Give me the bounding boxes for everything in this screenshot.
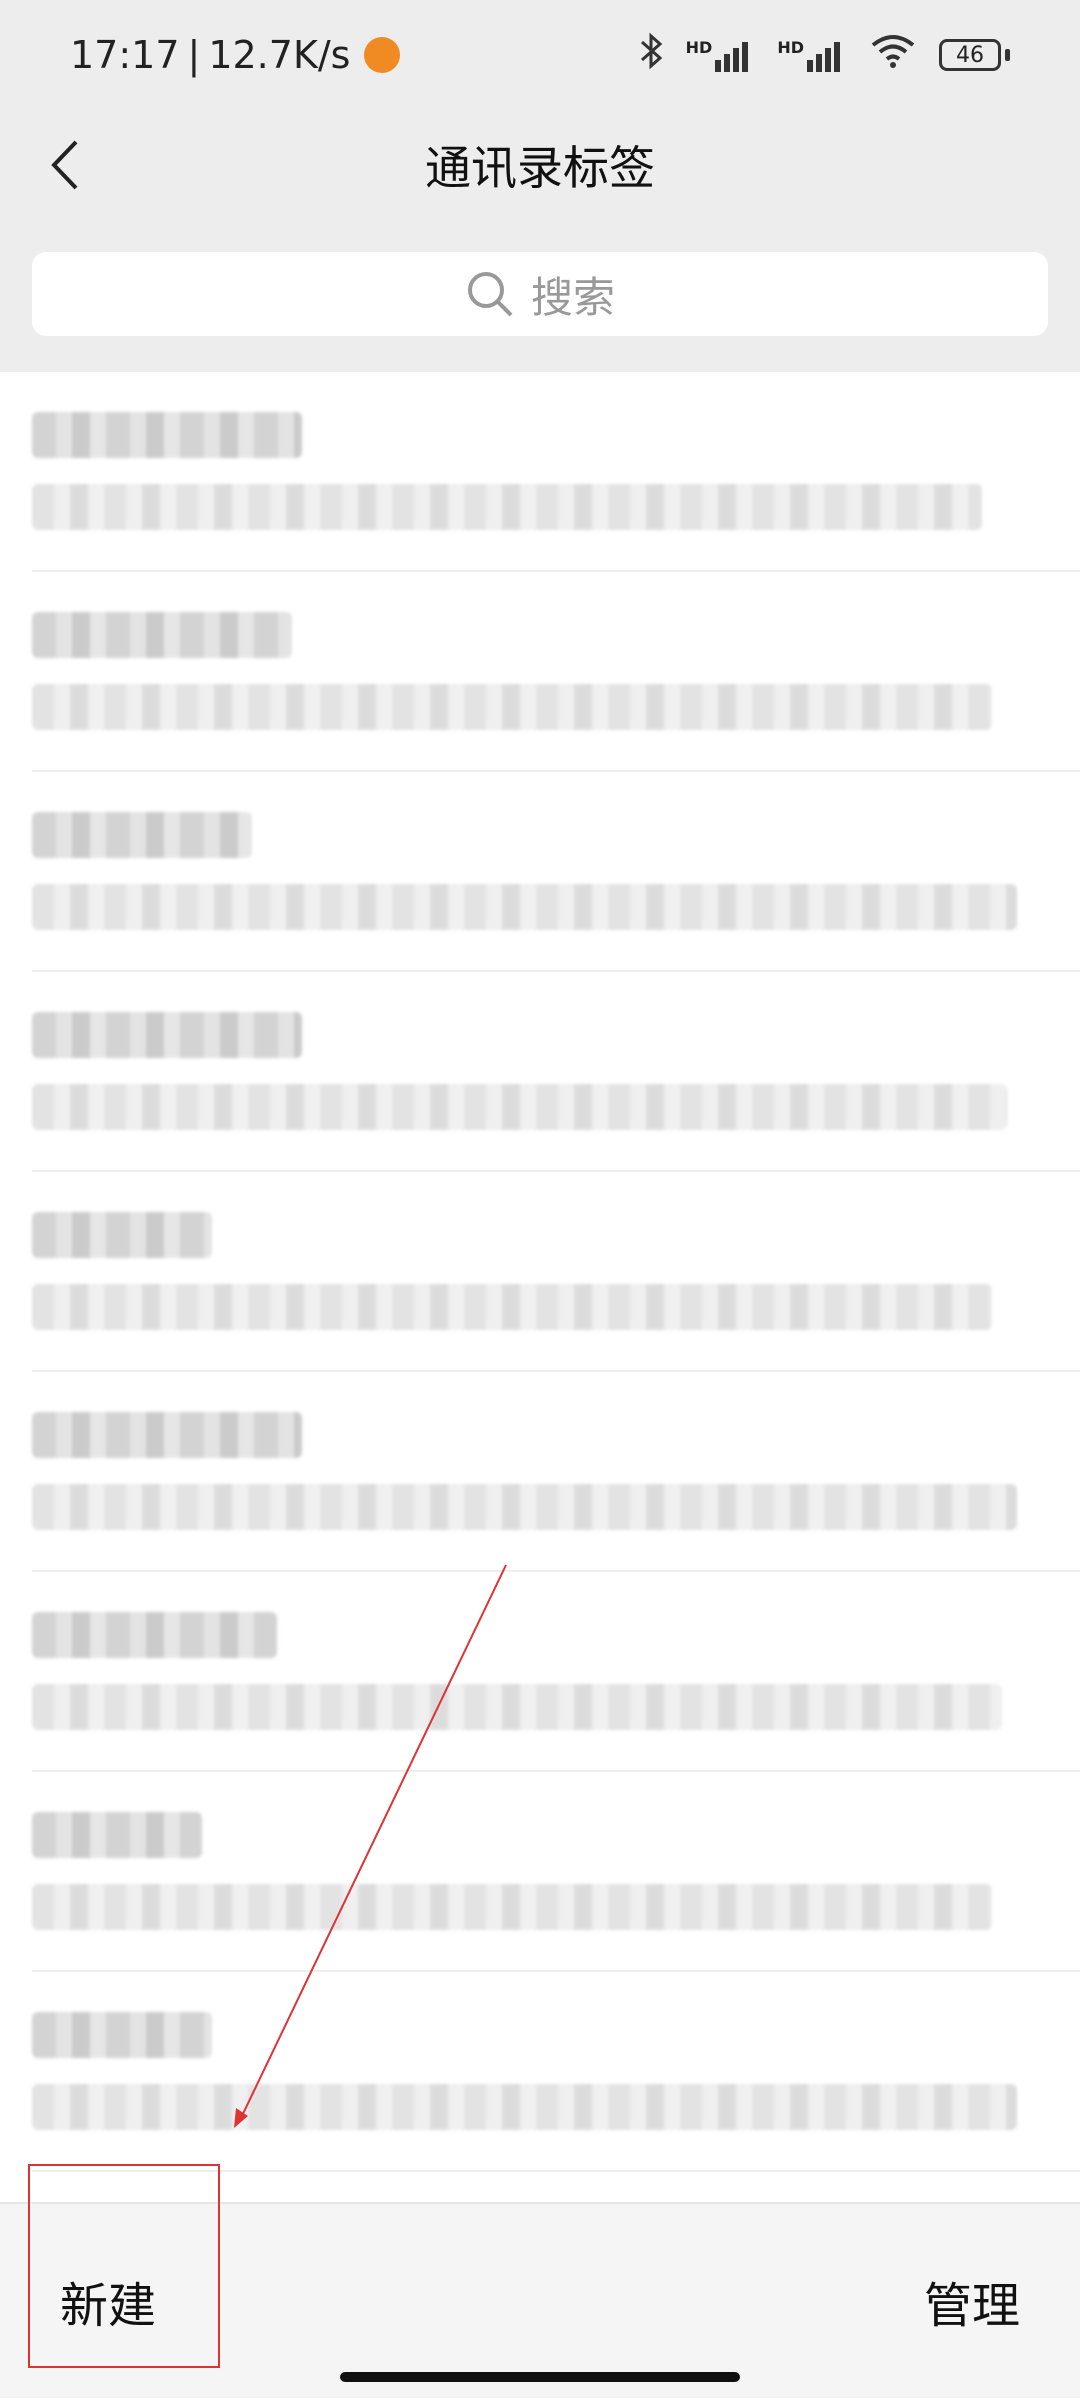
app-notification-icon — [364, 37, 401, 73]
list-item[interactable] — [32, 572, 1080, 772]
tag-title-blurred — [32, 1212, 212, 1258]
tag-title-blurred — [32, 812, 252, 858]
list-item[interactable] — [32, 1972, 1080, 2172]
list-item[interactable] — [32, 972, 1080, 1172]
status-bar: 17:17 | 12.7K/s HD HD 46 — [0, 0, 1080, 110]
navigation-bar: 通讯录标签 — [0, 110, 1080, 220]
tag-title-blurred — [32, 1812, 202, 1858]
tag-subtitle-blurred — [32, 1084, 1007, 1130]
status-right: HD HD 46 — [638, 32, 1010, 79]
tag-subtitle-blurred — [32, 1284, 992, 1330]
tag-title-blurred — [32, 612, 292, 658]
tag-subtitle-blurred — [32, 1884, 992, 1930]
battery-icon: 46 — [939, 39, 1001, 71]
list-item[interactable] — [32, 1572, 1080, 1772]
home-indicator[interactable] — [340, 2372, 740, 2382]
list-item[interactable] — [32, 1772, 1080, 1972]
tag-title-blurred — [32, 1612, 277, 1658]
signal-icon-2: HD — [777, 38, 847, 72]
tag-subtitle-blurred — [32, 684, 992, 730]
chevron-left-icon — [51, 140, 78, 190]
tag-subtitle-blurred — [32, 1484, 1017, 1530]
tag-title-blurred — [32, 1412, 302, 1458]
tag-subtitle-blurred — [32, 2084, 1017, 2130]
tag-title-blurred — [32, 1012, 302, 1058]
tag-title-blurred — [32, 2012, 212, 2058]
battery-cap — [1005, 49, 1010, 61]
status-left: 17:17 | 12.7K/s — [70, 33, 401, 77]
wifi-icon — [869, 33, 917, 78]
network-speed: 12.7K/s — [208, 33, 351, 77]
tag-title-blurred — [32, 412, 302, 458]
back-button[interactable] — [30, 128, 100, 202]
new-button-highlight-box — [28, 2164, 220, 2368]
tag-subtitle-blurred — [32, 484, 982, 530]
list-item[interactable] — [32, 372, 1080, 572]
tag-subtitle-blurred — [32, 884, 1017, 930]
search-placeholder: 搜索 — [530, 272, 615, 322]
page-title: 通讯录标签 — [425, 141, 655, 195]
manage-button[interactable]: 管理 — [924, 2266, 1020, 2336]
list-item[interactable] — [32, 772, 1080, 972]
list-item[interactable] — [32, 1372, 1080, 1572]
list-item[interactable] — [32, 1172, 1080, 1372]
search-icon — [467, 272, 513, 317]
tag-subtitle-blurred — [32, 1684, 1002, 1730]
signal-icon-1: HD — [686, 38, 756, 72]
search-area: 搜索 — [0, 220, 1080, 372]
search-input[interactable]: 搜索 — [32, 252, 1048, 336]
tag-list — [0, 372, 1080, 2172]
separator: | — [187, 33, 201, 77]
bluetooth-icon — [638, 32, 664, 79]
clock: 17:17 — [70, 33, 180, 77]
